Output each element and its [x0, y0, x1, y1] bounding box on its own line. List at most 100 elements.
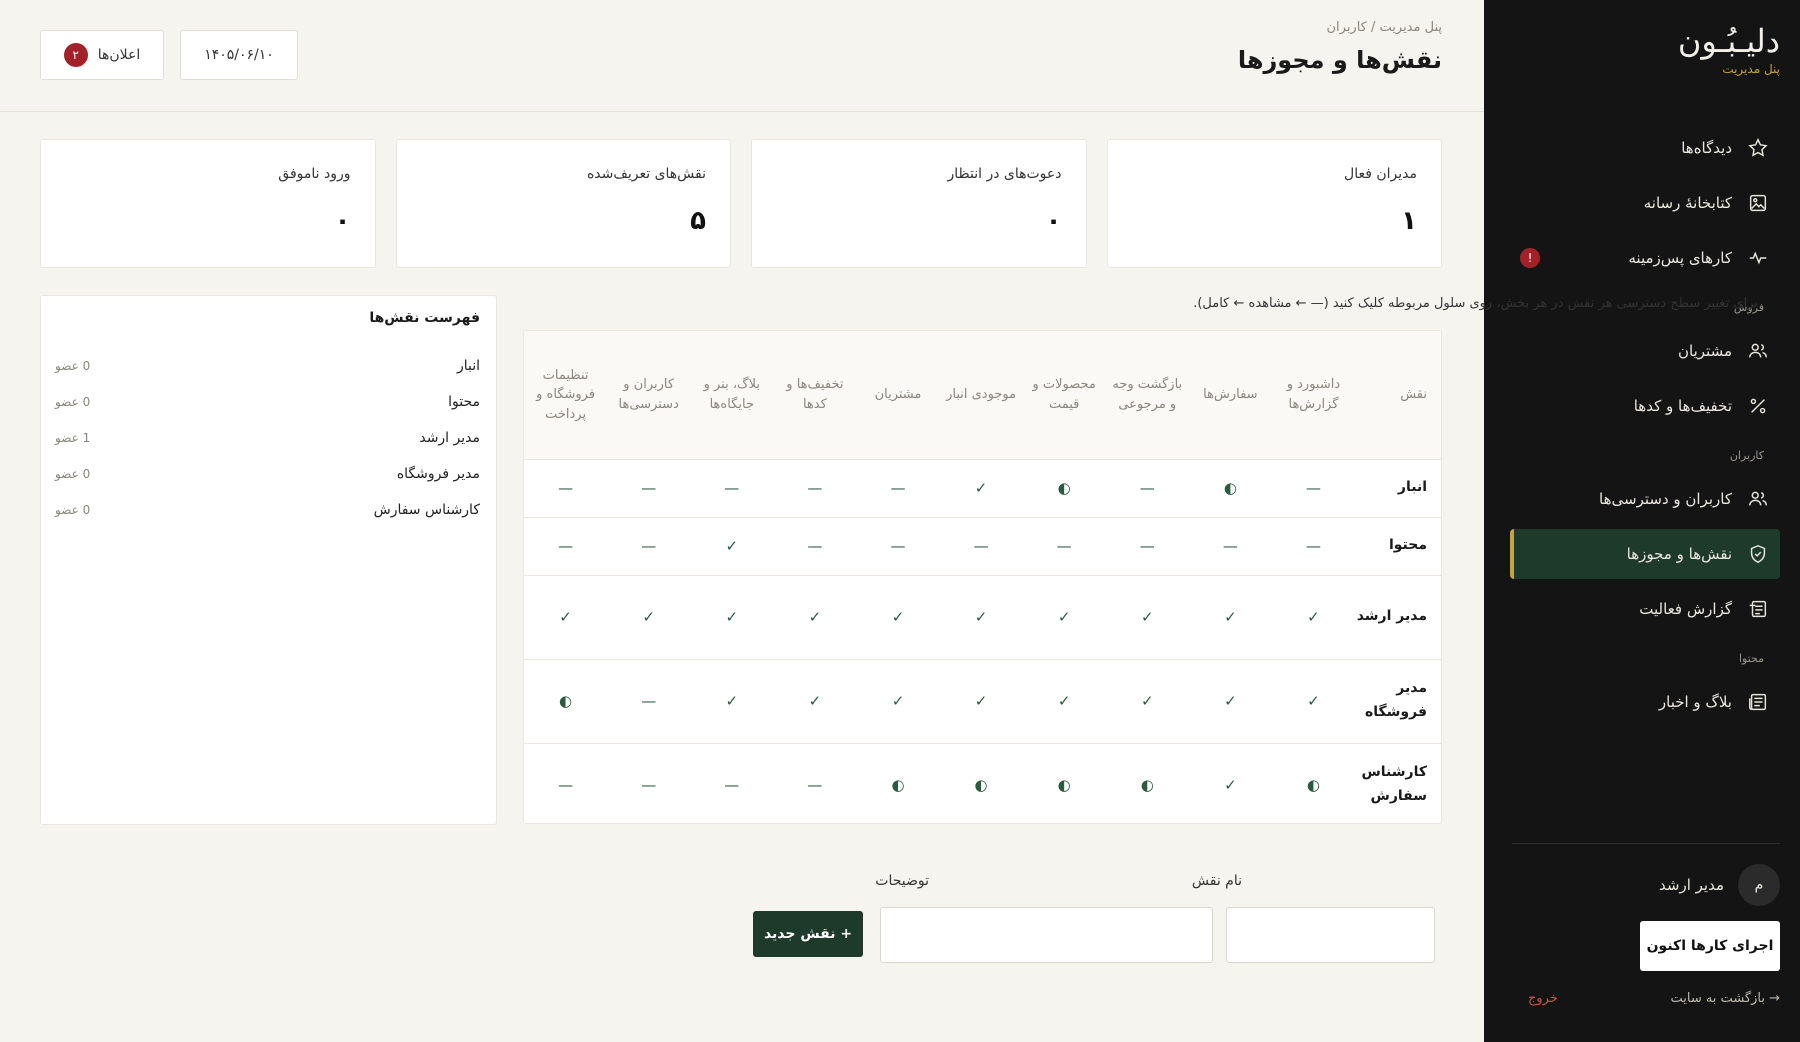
user-name: مدیر ارشد: [1659, 876, 1724, 894]
table-row: کارشناس سفارش ◐ ✓ ◐ ◐ ◐ ◐ — — — —: [524, 743, 1441, 823]
permission-cell-none[interactable]: —: [856, 459, 940, 518]
back-to-site-link[interactable]: → بازگشت به سایت: [1670, 991, 1780, 1006]
users-icon: [1746, 487, 1770, 511]
member-count: 1 عضو: [55, 431, 91, 445]
stat-label: مدیران فعال: [1344, 166, 1417, 182]
row-role-name: کارشناس سفارش: [1355, 743, 1441, 823]
sidebar-item-reviews[interactable]: دیدگاه‌ها: [1510, 123, 1780, 173]
permission-cell-full[interactable]: ✓: [690, 575, 774, 660]
permission-cell-view[interactable]: ◐: [1022, 743, 1106, 823]
permission-cell-full[interactable]: ✓: [1105, 575, 1189, 660]
permission-cell-full[interactable]: ✓: [1022, 575, 1106, 660]
permission-cell-full[interactable]: ✓: [1188, 659, 1272, 744]
permission-cell-full[interactable]: ✓: [690, 659, 774, 744]
permission-cell-none[interactable]: —: [1022, 517, 1106, 576]
permission-cell-none[interactable]: —: [1105, 459, 1189, 518]
permission-cell-none[interactable]: —: [524, 517, 608, 576]
sidebar-item-media[interactable]: کتابخانهٔ رسانه: [1510, 178, 1780, 228]
permission-cell-view[interactable]: ◐: [856, 743, 940, 823]
notifications-button[interactable]: اعلان‌ها ۲: [40, 30, 164, 80]
column-header: داشبورد و گزارش‌ها: [1271, 331, 1355, 460]
permission-cell-full[interactable]: ✓: [524, 575, 608, 660]
permission-cell-none[interactable]: —: [524, 459, 608, 518]
current-user[interactable]: م مدیر ارشد: [1510, 864, 1780, 906]
permission-cell-full[interactable]: ✓: [1271, 575, 1355, 660]
sidebar-item-activity-log[interactable]: گزارش فعالیت: [1510, 584, 1780, 634]
permission-cell-full[interactable]: ✓: [856, 659, 940, 744]
description-input[interactable]: [880, 907, 1213, 963]
list-item[interactable]: محتوا 0 عضو: [55, 384, 480, 420]
sidebar-item-label: کارهای پس‌زمینه: [1628, 249, 1732, 267]
matrix-header-row: نقش داشبورد و گزارش‌ها سفارش‌ها بازگشت و…: [524, 331, 1441, 460]
permission-cell-full[interactable]: ✓: [939, 459, 1023, 518]
logo-text: دلیـبُـون: [1677, 22, 1780, 60]
permission-cell-full[interactable]: ✓: [607, 575, 691, 660]
permission-cell-none[interactable]: —: [607, 517, 691, 576]
alert-badge: !: [1520, 248, 1540, 268]
list-item[interactable]: انبار 0 عضو: [55, 348, 480, 384]
permission-cell-none[interactable]: —: [1271, 459, 1355, 518]
sidebar-item-background-jobs[interactable]: کارهای پس‌زمینه !: [1510, 233, 1780, 283]
list-item[interactable]: مدیر فروشگاه 0 عضو: [55, 456, 480, 492]
permissions-matrix: نقش داشبورد و گزارش‌ها سفارش‌ها بازگشت و…: [523, 330, 1442, 824]
sidebar-item-label: نقش‌ها و مجوزها: [1626, 545, 1732, 563]
permission-cell-view[interactable]: ◐: [939, 743, 1023, 823]
permission-cell-view[interactable]: ◐: [1188, 459, 1272, 518]
permission-cell-none[interactable]: —: [690, 743, 774, 823]
permission-cell-none[interactable]: —: [939, 517, 1023, 576]
permission-cell-none[interactable]: —: [690, 459, 774, 518]
add-role-button[interactable]: + نقش جدید: [753, 911, 863, 957]
column-header: تنظیمات فروشگاه و پرداخت: [524, 331, 608, 460]
stat-value: ۱: [1401, 206, 1417, 236]
permission-cell-view[interactable]: ◐: [1105, 743, 1189, 823]
sidebar-item-users-access[interactable]: کاربران و دسترسی‌ها: [1510, 474, 1780, 524]
row-role-name: مدیر فروشگاه: [1355, 659, 1441, 744]
permission-cell-none[interactable]: —: [1188, 517, 1272, 576]
stat-label: ورود ناموفق: [278, 166, 351, 182]
stat-card-pending-invites: دعوت‌های در انتظار ۰: [751, 139, 1087, 268]
run-jobs-button[interactable]: اجرای کارها اکنون: [1640, 921, 1780, 971]
permission-cell-full[interactable]: ✓: [773, 659, 857, 744]
sidebar-item-blog[interactable]: بلاگ و اخبار: [1510, 677, 1780, 727]
permission-cell-full[interactable]: ✓: [939, 575, 1023, 660]
sidebar-item-customers[interactable]: مشتریان: [1510, 326, 1780, 376]
permission-cell-full[interactable]: ✓: [856, 575, 940, 660]
permission-cell-none[interactable]: —: [773, 459, 857, 518]
brand-logo[interactable]: دلیـبُـون پنل مدیریت: [1678, 22, 1780, 76]
permission-cell-none[interactable]: —: [1105, 517, 1189, 576]
notification-count-badge: ۲: [63, 43, 88, 67]
sidebar-item-roles[interactable]: نقش‌ها و مجوزها: [1510, 529, 1780, 579]
role-name: مدیر ارشد: [419, 430, 480, 446]
permission-cell-none[interactable]: —: [524, 743, 608, 823]
permission-cell-none[interactable]: —: [607, 459, 691, 518]
permission-cell-view[interactable]: ◐: [524, 659, 608, 744]
permission-cell-none[interactable]: —: [1271, 517, 1355, 576]
stat-card-defined-roles: نقش‌های تعریف‌شده ۵: [395, 139, 731, 268]
permission-cell-full[interactable]: ✓: [1188, 743, 1272, 823]
stat-label: دعوت‌های در انتظار: [947, 166, 1062, 182]
permission-cell-full[interactable]: ✓: [1271, 659, 1355, 744]
permission-cell-none[interactable]: —: [856, 517, 940, 576]
sidebar: دلیـبُـون پنل مدیریت دیدگاه‌ها کتابخانهٔ…: [1484, 0, 1800, 1042]
permission-cell-view[interactable]: ◐: [1022, 459, 1106, 518]
sidebar-item-discounts[interactable]: تخفیف‌ها و کدها: [1510, 381, 1780, 431]
permission-cell-none[interactable]: —: [773, 517, 857, 576]
permission-cell-full[interactable]: ✓: [939, 659, 1023, 744]
permission-cell-none[interactable]: —: [607, 743, 691, 823]
permission-cell-full[interactable]: ✓: [773, 575, 857, 660]
permission-cell-full[interactable]: ✓: [1105, 659, 1189, 744]
matrix-body: انبار — ◐ — ◐ ✓ — — — — — محتوا — — — — — — — ✓ — — مدیر ارشد ✓…: [524, 459, 1441, 823]
role-name-input[interactable]: [1226, 907, 1435, 963]
permission-cell-full[interactable]: ✓: [1188, 575, 1272, 660]
list-item[interactable]: کارشناس سفارش 0 عضو: [55, 492, 480, 528]
stat-card-failed-logins: ورود ناموفق ۰: [40, 139, 376, 268]
permission-cell-full[interactable]: ✓: [1022, 659, 1106, 744]
permission-cell-none[interactable]: —: [773, 743, 857, 823]
date-display[interactable]: ۱۴۰۵/۰۶/۱۰: [180, 30, 298, 80]
role-name: انبار: [456, 358, 480, 374]
permission-cell-none[interactable]: —: [607, 659, 691, 744]
list-item[interactable]: مدیر ارشد 1 عضو: [55, 420, 480, 456]
permission-cell-view[interactable]: ◐: [1271, 743, 1355, 823]
logout-link[interactable]: خروج: [1528, 991, 1558, 1006]
permission-cell-full[interactable]: ✓: [690, 517, 774, 576]
